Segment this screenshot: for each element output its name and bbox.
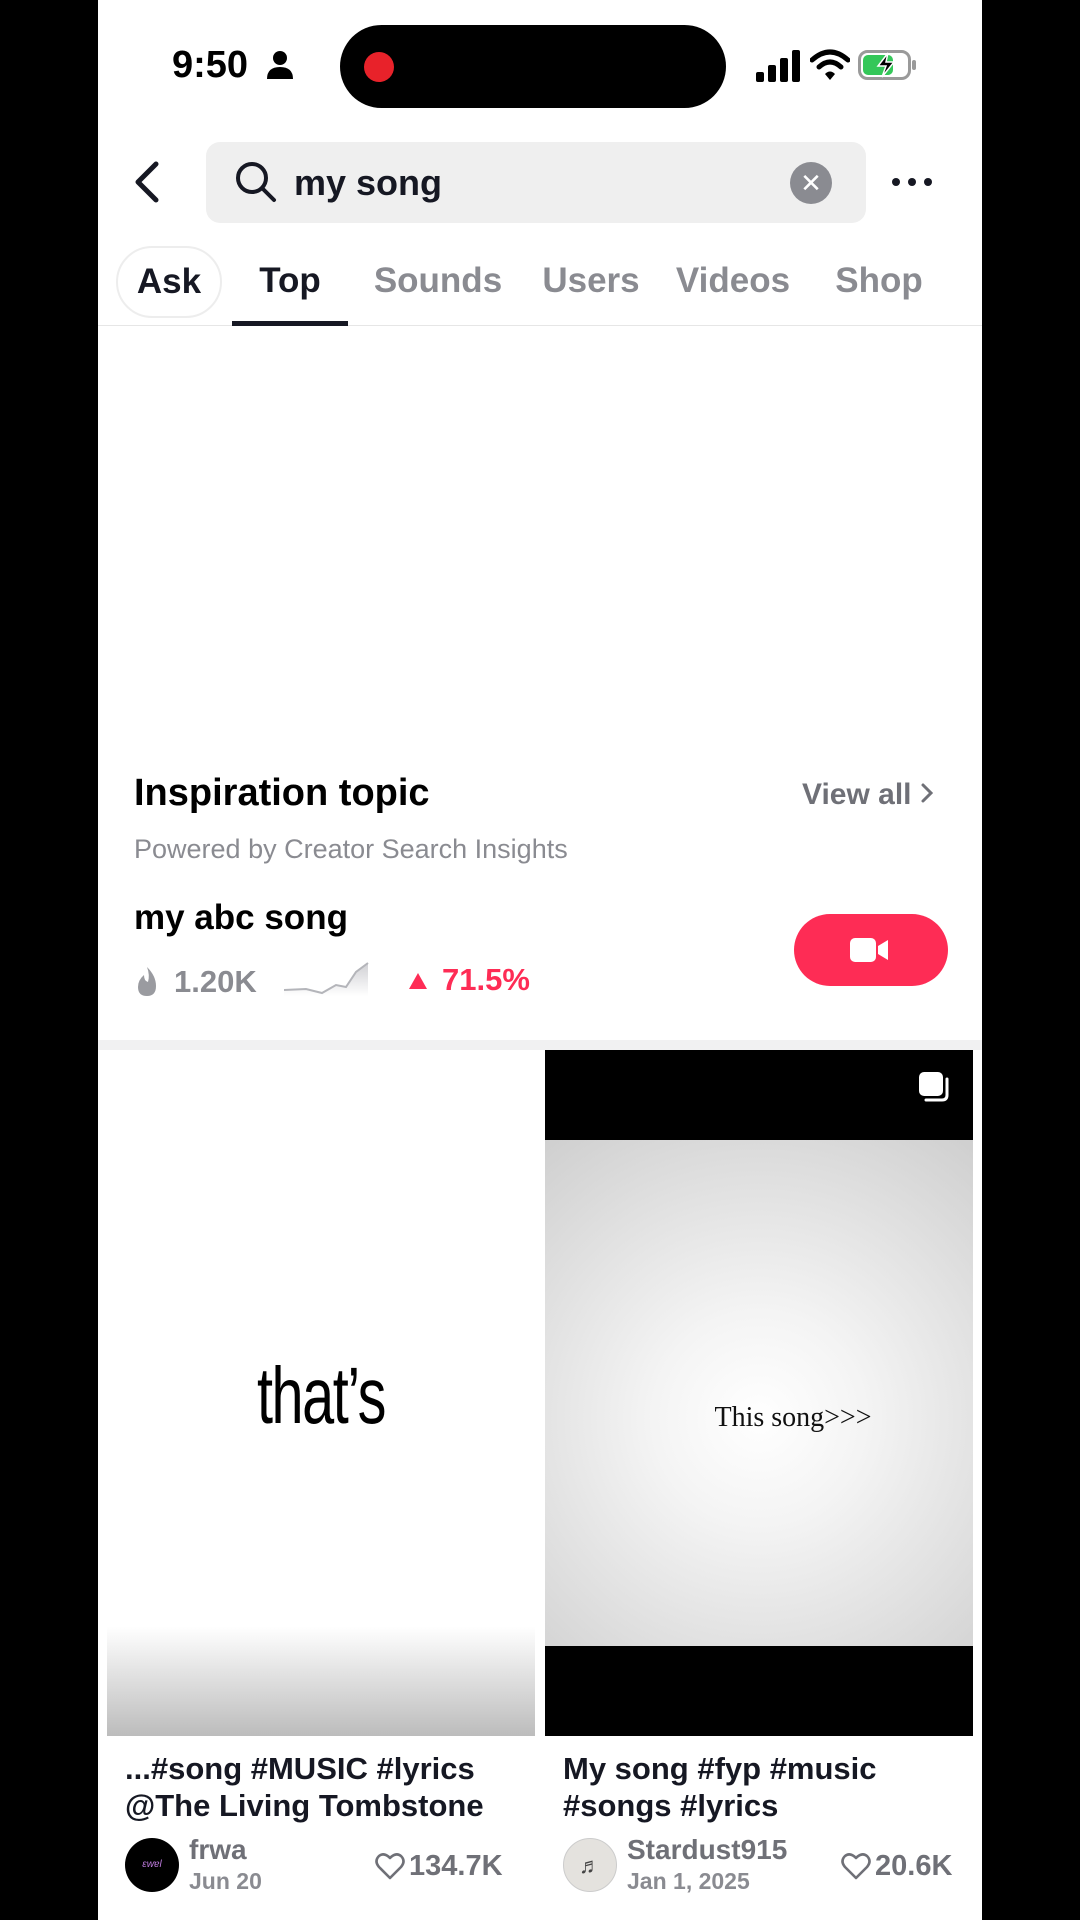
video-thumbnail[interactable]: that’s: [107, 1050, 535, 1736]
dynamic-island: [340, 25, 726, 108]
fire-icon: [138, 967, 156, 996]
video-date: Jan 1, 2025: [627, 1868, 750, 1894]
search-bar[interactable]: ✕: [206, 142, 866, 223]
video-caption[interactable]: My song #fyp #music #songs #lyrics: [563, 1750, 963, 1824]
heart-icon: [841, 1853, 871, 1880]
avatar[interactable]: ♬: [563, 1838, 617, 1892]
avatar[interactable]: ɛwɐl: [125, 1838, 179, 1892]
heart-icon: [375, 1853, 405, 1880]
topic-growth: 71.5%: [442, 962, 530, 997]
trend-sparkline: [284, 962, 369, 996]
more-options-button[interactable]: [888, 162, 936, 202]
powered-by-text: Powered by Creator Search Insights: [134, 834, 568, 864]
video-camera-icon: [850, 938, 888, 962]
tab-shop[interactable]: Shop: [824, 244, 934, 326]
clear-search-button[interactable]: ✕: [790, 162, 832, 204]
section-divider: [98, 1040, 982, 1050]
chevron-right-icon: [921, 783, 933, 803]
multi-photo-icon: [919, 1072, 949, 1102]
video-author[interactable]: frwa: [189, 1834, 247, 1866]
view-all-link[interactable]: View all: [802, 778, 934, 812]
video-card[interactable]: that’s ...#song #MUSIC #lyrics @The Livi…: [107, 1050, 535, 1920]
thumbnail-text: that’s: [256, 1351, 386, 1440]
video-author[interactable]: Stardust915: [627, 1834, 787, 1866]
status-bar: 9:50: [98, 0, 982, 120]
like-count: 20.6K: [875, 1850, 953, 1882]
topic-views: 1.20K: [174, 964, 257, 999]
create-video-button[interactable]: [794, 914, 948, 986]
search-tabs: Ask Top Sounds Users Videos Shop: [98, 244, 982, 326]
search-input[interactable]: [294, 142, 774, 223]
wifi-icon: [810, 49, 850, 80]
cellular-signal-icon: [756, 50, 800, 82]
person-icon: [267, 51, 293, 79]
thumbnail-frame: This song>>>: [545, 1140, 973, 1646]
recording-dot-icon: [364, 52, 394, 82]
battery-charging-icon: [858, 50, 916, 80]
inspiration-title: Inspiration topic: [134, 772, 430, 814]
topic-name[interactable]: my abc song: [134, 898, 348, 938]
view-all-label: View all: [802, 778, 912, 811]
tab-top[interactable]: Top: [232, 244, 348, 326]
tab-ask[interactable]: Ask: [116, 246, 222, 318]
avatar-text: ɛwɐl: [142, 1859, 162, 1870]
tab-videos[interactable]: Videos: [668, 244, 798, 326]
tab-users[interactable]: Users: [536, 244, 646, 326]
video-date: Jun 20: [189, 1868, 262, 1894]
trend-up-icon: [409, 973, 427, 989]
avatar-text: ♬: [579, 1853, 601, 1878]
video-caption[interactable]: ...#song #MUSIC #lyrics @The Living Tomb…: [125, 1750, 525, 1824]
search-results-screen: 9:50 my song ✕ Ask Top Sounds Users Vide…: [98, 0, 982, 1920]
thumbnail-text: This song>>>: [714, 1402, 872, 1433]
status-time: 9:50: [172, 44, 249, 86]
search-icon: [236, 162, 276, 202]
back-button[interactable]: [126, 152, 170, 212]
like-count: 134.7K: [409, 1850, 503, 1882]
video-thumbnail[interactable]: This song>>>: [545, 1050, 973, 1736]
tab-sounds[interactable]: Sounds: [368, 244, 508, 326]
video-card[interactable]: This song>>> My song #fyp #music #songs …: [545, 1050, 973, 1920]
